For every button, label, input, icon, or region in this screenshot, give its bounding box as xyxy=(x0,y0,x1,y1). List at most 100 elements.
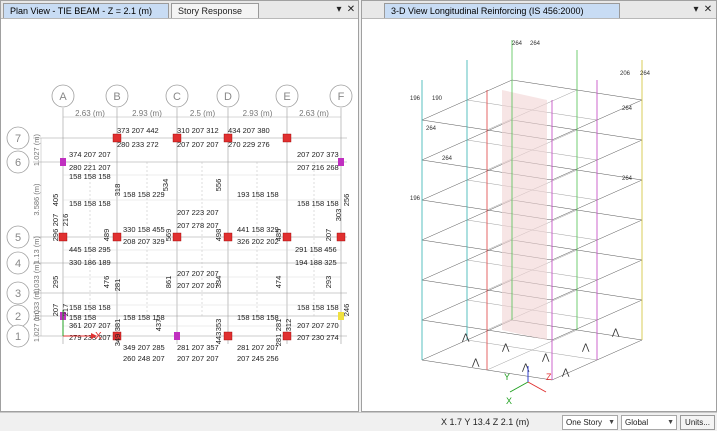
grid-label-d: D xyxy=(224,91,232,103)
beam-reinforcement-label: 373 207 442 xyxy=(117,126,159,135)
column-reinforcement-label: 318 xyxy=(113,184,122,197)
beam-reinforcement-label: 207 223 207 xyxy=(177,208,219,217)
axis-label-x: X xyxy=(506,396,512,406)
column-reinforcement-label: 303 xyxy=(334,209,343,222)
beam-reinforcement-label: 158 158 158 xyxy=(297,199,339,208)
chevron-down-icon[interactable]: ▾ xyxy=(691,4,701,16)
status-bar: X 1.7 Y 13.4 Z 2.1 (m) One Story ▼ Globa… xyxy=(0,412,717,431)
beam-reinforcement-label: 207 216 268 xyxy=(297,163,339,172)
member-reinforcement-label: 196 xyxy=(410,96,421,102)
member-reinforcement-label: 264 xyxy=(640,71,651,77)
beam-reinforcement-label: 158 158 158 xyxy=(297,303,339,312)
grid-label-2: 2 xyxy=(15,311,21,323)
chevron-down-icon[interactable]: ▾ xyxy=(334,4,344,16)
column-spacing-label: 2.93 (m) xyxy=(132,109,162,118)
beam-reinforcement-label: 158 158 158 xyxy=(69,199,111,208)
support-icon: ⋀ xyxy=(461,332,470,342)
beam-reinforcement-label: 326 202 202 xyxy=(237,237,279,246)
beam-reinforcement-label: 207 207 207 xyxy=(177,269,219,278)
beam-reinforcement-label: 330 158 455 xyxy=(123,225,165,234)
close-icon[interactable]: ✕ xyxy=(703,4,713,16)
axis-label-z: Z xyxy=(546,372,552,382)
column-reinforcement-label: 381 xyxy=(113,319,122,332)
column-reinforcement-label: 246 xyxy=(342,304,351,317)
grid-label-5: 5 xyxy=(15,232,21,244)
column-reinforcement-label: 296 xyxy=(51,229,60,242)
column-reinforcement-label: 534 xyxy=(161,179,170,192)
3d-view-panel[interactable]: 3-D View Longitudinal Reinforcing (IS 45… xyxy=(361,0,717,412)
grid-label-e: E xyxy=(283,91,290,103)
beam-reinforcement-label: 349 207 285 xyxy=(123,343,165,352)
units-button[interactable]: Units... xyxy=(680,415,715,430)
column-marker xyxy=(60,158,66,166)
plan-view-panel[interactable]: Plan View - TIE BEAM - Z = 2.1 (m) Story… xyxy=(0,0,359,412)
column-reinforcement-label: 474 xyxy=(274,276,283,289)
beam-reinforcement-label: 193 158 158 xyxy=(237,190,279,199)
beam-reinforcement-label: 207 207 270 xyxy=(297,321,339,330)
column-marker xyxy=(58,232,68,242)
support-icon: ⋀ xyxy=(501,342,510,352)
column-marker xyxy=(282,232,292,242)
column-marker xyxy=(336,232,346,242)
tab-3d-view[interactable]: 3-D View Longitudinal Reinforcing (IS 45… xyxy=(384,3,620,18)
building-model: 264 264 196 190 206 264 264 264 264 196 264 ⋀ ⋀ ⋀ ⋀ ⋀ ⋀ ⋀… xyxy=(410,40,651,381)
beam-reinforcement-label: 291 158 456 xyxy=(295,245,337,254)
column-reinforcement-label: 349 xyxy=(113,334,122,347)
column-reinforcement-label: 485 xyxy=(274,229,283,242)
column-reinforcement-label: 293 xyxy=(324,276,333,289)
column-reinforcement-label: 207 xyxy=(324,229,333,242)
column-reinforcement-label: 353 xyxy=(214,319,223,332)
column-reinforcement-label: 312 xyxy=(284,319,293,332)
column-spacing-label: 2.63 (m) xyxy=(75,109,105,118)
story-select[interactable]: One Story ▼ xyxy=(562,415,618,430)
coordinate-system-select[interactable]: Global ▼ xyxy=(621,415,677,430)
beam-reinforcement-label: 445 158 295 xyxy=(69,245,111,254)
column-spacing-label: 2.5 (m) xyxy=(190,109,216,118)
beam-reinforcement-label: 441 158 329 xyxy=(237,225,279,234)
column-reinforcement-label: 443 xyxy=(214,332,223,345)
column-marker xyxy=(282,133,292,143)
beam-reinforcement-label: 207 245 256 xyxy=(237,354,279,363)
beam-reinforcement-label: 281 207 207 xyxy=(237,343,279,352)
column-marker xyxy=(174,332,180,340)
column-spacing-label: 2.63 (m) xyxy=(299,109,329,118)
column-reinforcement-label: 217 xyxy=(61,304,70,317)
tab-story-response[interactable]: Story Response xyxy=(171,3,259,18)
member-reinforcement-label: 190 xyxy=(432,96,443,102)
column-marker xyxy=(223,331,233,341)
beam-reinforcement-label: 158 158 229 xyxy=(123,190,165,199)
beam-reinforcement-label: 208 207 329 xyxy=(123,237,165,246)
3d-view-canvas[interactable]: 264 264 196 190 206 264 264 264 264 196 264 ⋀ ⋀ ⋀ ⋀ ⋀ ⋀ ⋀… xyxy=(362,20,716,412)
support-icon: ⋀ xyxy=(521,362,530,372)
beam-reinforcement-label: 194 188 325 xyxy=(295,258,337,267)
coordinate-readout: X 1.7 Y 13.4 Z 2.1 (m) xyxy=(441,417,530,427)
member-reinforcement-label: 264 xyxy=(442,156,453,162)
column-marker xyxy=(223,232,233,242)
member-reinforcement-label: 264 xyxy=(530,41,541,47)
grid-label-a: A xyxy=(59,91,67,103)
support-icon: ⋀ xyxy=(471,357,480,367)
beam-reinforcement-label: 207 207 373 xyxy=(297,150,339,159)
row-spacing-label: 1.13 (m) xyxy=(32,236,41,264)
plan-view-canvas[interactable]: A B C D E F 7 6 5 4 3 2 1 2.63 (m) 2.93 (m) 2.5 (m) 2.93… xyxy=(1,20,358,412)
column-reinforcement-label: 207 xyxy=(51,304,60,317)
column-reinforcement-label: 334 xyxy=(214,276,223,289)
support-icon: ⋀ xyxy=(561,367,570,377)
column-reinforcement-label: 476 xyxy=(102,276,111,289)
column-reinforcement-label: 281 xyxy=(113,279,122,292)
tab-plan-view[interactable]: Plan View - TIE BEAM - Z = 2.1 (m) xyxy=(3,3,169,18)
close-icon[interactable]: ✕ xyxy=(346,4,356,16)
column-reinforcement-label: 569 xyxy=(164,229,173,242)
beam-reinforcement-label: 280 233 272 xyxy=(117,140,159,149)
beam-reinforcement-label: 207 207 207 xyxy=(177,140,219,149)
beam-reinforcement-label: 158 158 158 xyxy=(69,172,111,181)
column-reinforcement-label: 216 xyxy=(61,214,70,227)
row-spacing-label: 3.586 (m) xyxy=(32,183,41,216)
grid-label-3: 3 xyxy=(15,288,21,300)
grid-label-6: 6 xyxy=(15,157,21,169)
beam-reinforcement-label: 207 207 207 xyxy=(177,354,219,363)
beam-reinforcement-label: 374 207 207 xyxy=(69,150,111,159)
column-reinforcement-label: 405 xyxy=(51,194,60,207)
beam-reinforcement-label: 310 207 312 xyxy=(177,126,219,135)
column-reinforcement-label: 207 xyxy=(51,214,60,227)
